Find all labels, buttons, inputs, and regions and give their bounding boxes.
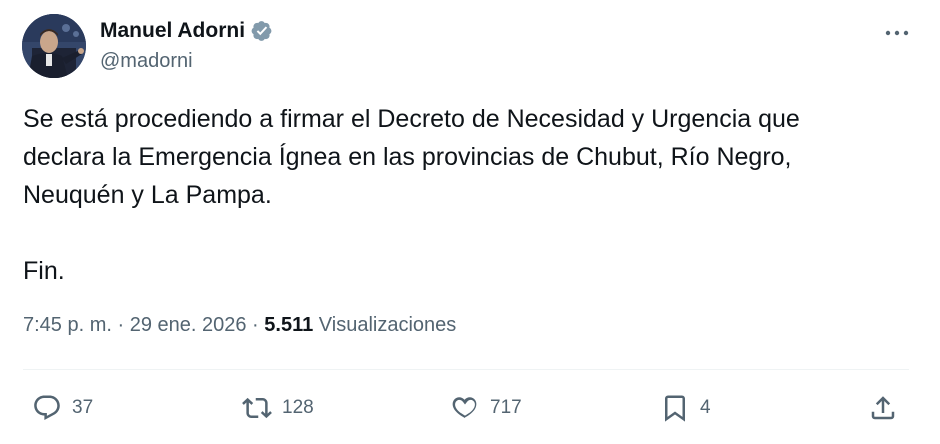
tweet-time[interactable]: 7:45 p. m. (23, 314, 112, 337)
share-button[interactable] (866, 388, 900, 428)
views-count: 5.511 (264, 314, 314, 336)
views-label: Visualizaciones (313, 314, 457, 336)
bookmark-count: 4 (700, 397, 711, 418)
reply-icon (30, 393, 64, 423)
repost-count: 128 (282, 397, 314, 418)
reply-button[interactable]: 37 (30, 388, 93, 428)
repost-icon (240, 393, 274, 423)
handle[interactable]: @madorni (100, 50, 273, 73)
like-count: 717 (490, 397, 522, 418)
bookmark-button[interactable]: 4 (658, 388, 711, 428)
share-icon (866, 393, 900, 423)
verified-badge-icon (251, 20, 273, 42)
meta-separator: · (246, 314, 265, 336)
action-bar: 37 128 717 4 (0, 388, 940, 428)
more-options-button[interactable] (882, 22, 912, 42)
tweet-meta: 7:45 p. m. · 29 ene. 2026 · 5.511 Visual… (23, 314, 456, 337)
meta-separator: · (111, 314, 130, 336)
tweet-card: Manuel Adorni @madorni Se está procedien… (0, 0, 940, 444)
reply-count: 37 (72, 397, 94, 418)
author-info: Manuel Adorni @madorni (100, 18, 273, 73)
like-button[interactable]: 717 (448, 388, 522, 428)
tweet-text: Se está procediendo a firmar el Decreto … (23, 105, 800, 285)
tweet-date[interactable]: 29 ene. 2026 (130, 314, 247, 337)
repost-button[interactable]: 128 (240, 388, 314, 428)
bookmark-icon (658, 393, 692, 423)
display-name[interactable]: Manuel Adorni (100, 19, 245, 43)
more-options-icon (885, 23, 909, 41)
avatar[interactable] (22, 14, 86, 78)
divider (23, 369, 909, 370)
heart-icon (448, 393, 482, 423)
